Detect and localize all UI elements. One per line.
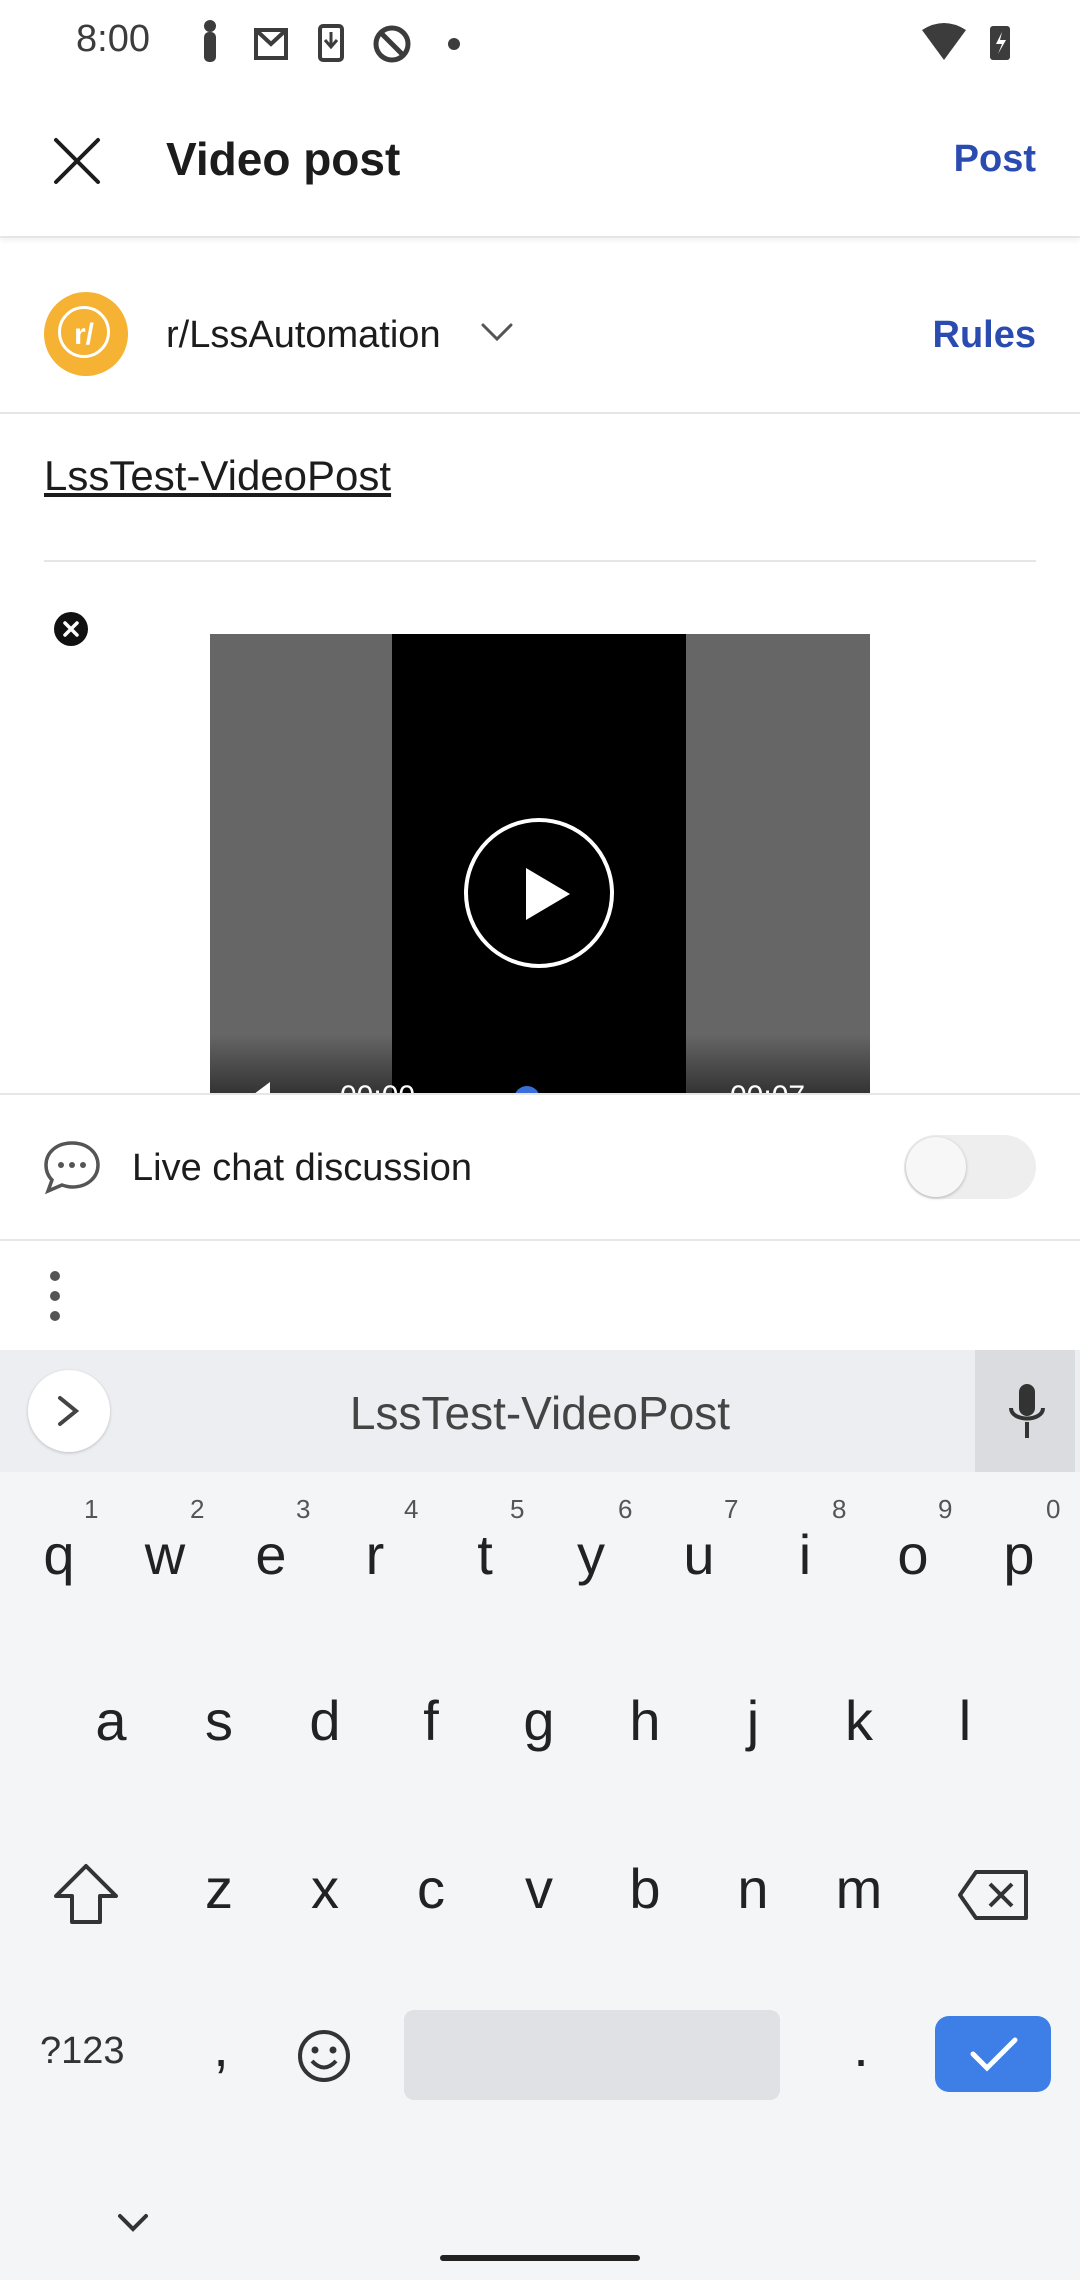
status-bar: 8:00 (0, 0, 1080, 88)
rules-button[interactable]: Rules (933, 314, 1036, 357)
key-y[interactable]: y (546, 1522, 636, 1587)
key-hint: 9 (938, 1494, 953, 1524)
suggestion-word[interactable]: LssTest-VideoPost (0, 1386, 1080, 1440)
key-g[interactable]: g (494, 1688, 584, 1753)
more-options-icon[interactable] (40, 1268, 70, 1328)
key-t[interactable]: t (440, 1522, 530, 1587)
key-hint: 6 (618, 1494, 633, 1524)
key-o[interactable]: o (868, 1522, 958, 1587)
key-r[interactable]: r (330, 1522, 420, 1587)
toggle-knob (906, 1137, 966, 1197)
key-hint: 2 (190, 1494, 205, 1524)
key-k[interactable]: k (814, 1688, 904, 1753)
key-a[interactable]: a (66, 1688, 156, 1753)
key-j[interactable]: j (708, 1688, 798, 1753)
video-duration: 00:07 (730, 1080, 805, 1094)
key-hint: 1 (84, 1494, 99, 1524)
close-icon[interactable] (52, 136, 102, 186)
suggestion-strip: LssTest-VideoPost (0, 1350, 1080, 1472)
key-l[interactable]: l (920, 1688, 1010, 1753)
play-button[interactable] (464, 818, 614, 968)
microphone-icon (1009, 1384, 1045, 1438)
app-header: Video post Post (0, 88, 1080, 238)
key-hint: 0 (1046, 1494, 1061, 1524)
live-chat-label: Live chat discussion (132, 1147, 473, 1189)
key-hint: 3 (296, 1494, 311, 1524)
wifi-battery-icons (922, 23, 1010, 60)
key-d[interactable]: d (280, 1688, 370, 1753)
live-chat-row: Live chat discussion (0, 1093, 1080, 1241)
key-n[interactable]: n (708, 1856, 798, 1921)
key-hint: 4 (404, 1494, 419, 1524)
key-hint: 8 (832, 1494, 847, 1524)
post-title-input[interactable]: LssTest-VideoPost (44, 452, 391, 500)
key-comma[interactable]: , (176, 2014, 266, 2079)
notification-icons (204, 20, 460, 63)
key-z[interactable]: z (174, 1856, 264, 1921)
key-hint: 7 (724, 1494, 739, 1524)
close-icon (63, 621, 79, 637)
status-time: 8:00 (76, 18, 150, 60)
key-f[interactable]: f (386, 1688, 476, 1753)
voice-input-button[interactable] (975, 1350, 1075, 1472)
key-w[interactable]: w (120, 1522, 210, 1587)
checkmark-icon (970, 2037, 1018, 2072)
live-chat-toggle[interactable] (904, 1135, 1036, 1199)
shift-icon[interactable] (52, 1862, 120, 1926)
page-title: Video post (166, 133, 401, 185)
chevron-down-icon[interactable] (480, 322, 514, 344)
key-b[interactable]: b (600, 1856, 690, 1921)
remove-video-button[interactable] (54, 612, 88, 646)
space-key[interactable] (404, 2010, 780, 2100)
play-icon (526, 868, 570, 920)
title-divider (44, 560, 1036, 562)
key-q[interactable]: q (14, 1522, 104, 1587)
hide-keyboard-icon[interactable] (116, 2212, 150, 2234)
backspace-icon[interactable] (956, 1868, 1030, 1922)
video-preview[interactable]: 00:00 00:07 (210, 634, 870, 1094)
emoji-icon[interactable] (296, 2028, 352, 2084)
post-button[interactable]: Post (954, 138, 1036, 181)
key-i[interactable]: i (760, 1522, 850, 1587)
key-x[interactable]: x (280, 1856, 370, 1921)
key-period[interactable]: . (816, 2014, 906, 2079)
key-m[interactable]: m (814, 1856, 904, 1921)
key-c[interactable]: c (386, 1856, 476, 1921)
enter-key[interactable] (935, 2016, 1051, 2092)
keyboard: LssTest-VideoPost q w e r t y u i o p 1 … (0, 1350, 1080, 2280)
video-current-time: 00:00 (340, 1080, 415, 1094)
community-selector[interactable]: r/ r/LssAutomation Rules (0, 240, 1080, 414)
chat-icon (44, 1141, 100, 1195)
key-e[interactable]: e (226, 1522, 316, 1587)
symbols-key[interactable]: ?123 (40, 2030, 125, 2073)
community-name[interactable]: r/LssAutomation (166, 314, 441, 357)
key-s[interactable]: s (174, 1688, 264, 1753)
key-u[interactable]: u (654, 1522, 744, 1587)
key-v[interactable]: v (494, 1856, 584, 1921)
key-h[interactable]: h (600, 1688, 690, 1753)
key-hint: 5 (510, 1494, 525, 1524)
community-avatar-text: r/ (58, 306, 110, 358)
key-p[interactable]: p (974, 1522, 1064, 1587)
home-indicator[interactable] (440, 2255, 640, 2261)
community-avatar: r/ (44, 292, 128, 376)
